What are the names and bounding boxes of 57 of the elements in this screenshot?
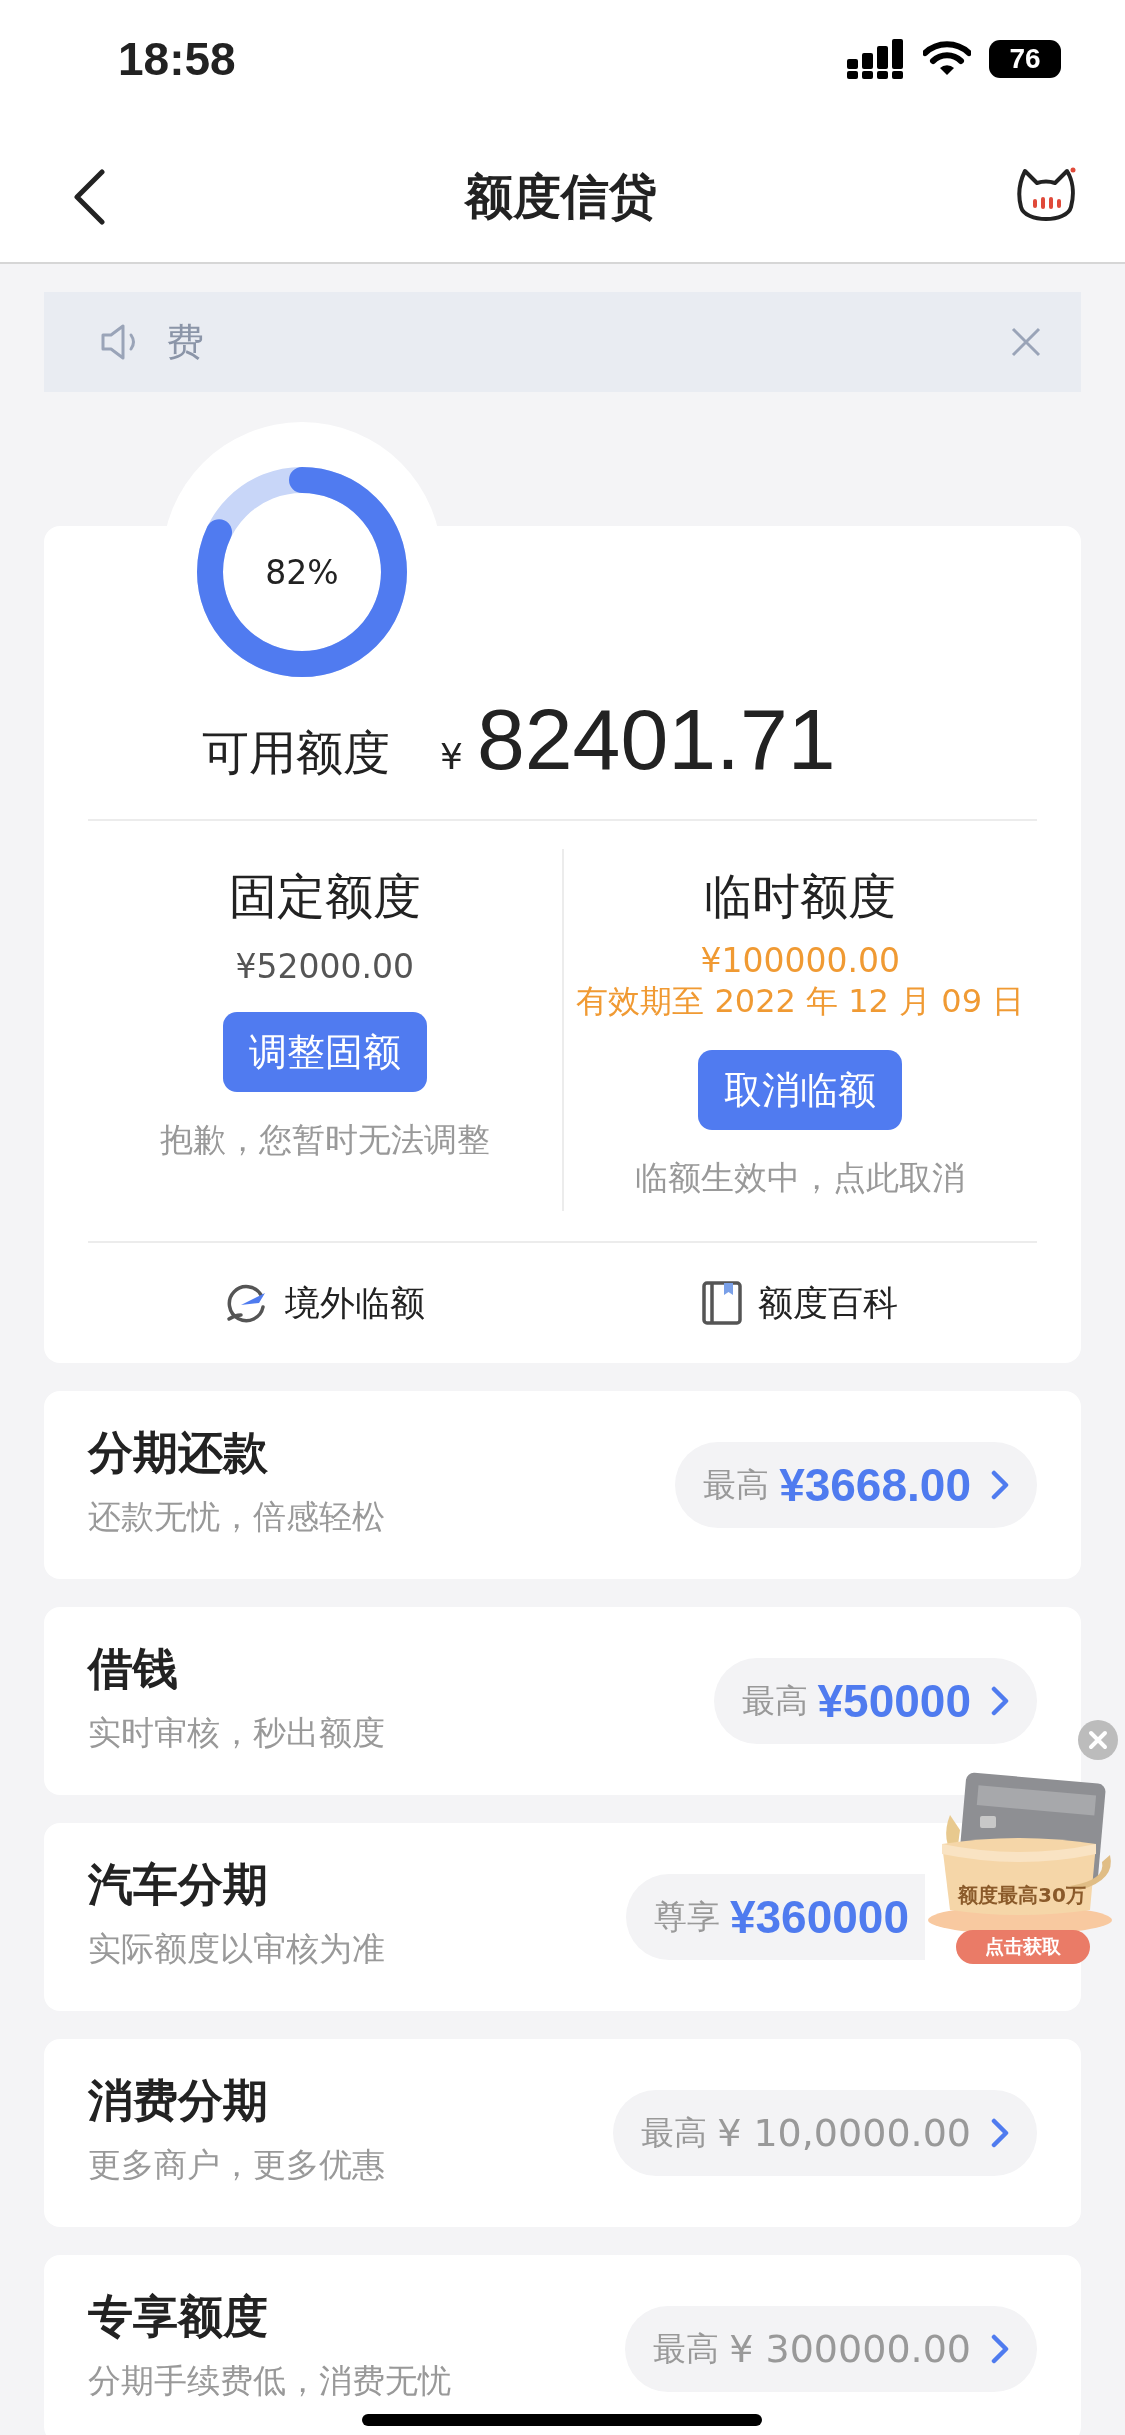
page-title: 额度信贷 <box>464 167 657 226</box>
quota-title: 临时额度 <box>704 867 897 926</box>
product-title: 借钱 <box>88 1640 179 1697</box>
limit-prefix: 最高 <box>653 2327 720 2370</box>
quota-note: 抱歉，您暂时无法调整 <box>159 1119 490 1161</box>
link-text[interactable]: 境外临额 <box>285 1279 426 1327</box>
limit-amount: ¥ 10,0000.00 <box>717 2111 971 2155</box>
available-label: 可用额度 <box>202 724 390 782</box>
product-subtitle: 分期手续费低，消费无忧 <box>88 2359 451 2402</box>
quota-amount: ¥100000.00 <box>700 941 900 980</box>
product-subtitle: 实际额度以审核为准 <box>88 1927 385 1970</box>
limit-prefix: 尊享 <box>653 1895 720 1938</box>
quota-note: 临额生效中，点此取消 <box>635 1157 966 1199</box>
link-text[interactable]: 额度百科 <box>757 1279 898 1327</box>
product-card[interactable]: 专享额度 分期手续费低，消费无忧 最高 ¥ 300000.00 <box>44 2255 1081 2435</box>
product-subtitle: 实时审核，秒出额度 <box>88 1711 385 1754</box>
notice-text: 费 <box>166 318 205 366</box>
limit-prefix: 最高 <box>741 1679 808 1722</box>
limit-amount: ¥360000 <box>729 1890 909 1944</box>
available-amount: 82401.71 <box>476 690 836 789</box>
quota-title: 固定额度 <box>228 867 421 926</box>
product-card[interactable]: 消费分期 更多商户，更多优惠 最高 ¥ 10,0000.00 <box>44 2039 1081 2227</box>
wifi-icon <box>923 41 971 77</box>
product-title: 汽车分期 <box>88 1856 269 1913</box>
product-title: 专享额度 <box>88 2288 269 2345</box>
percent-text: 82% <box>265 552 339 592</box>
status-time: 18:58 <box>118 32 236 86</box>
validity-text: 有效期至 2022 年 12 月 09 日 <box>576 981 1025 1022</box>
limit-pill[interactable]: 最高 ¥3668.00 <box>675 1442 1037 1528</box>
limit-pill[interactable]: 最高 ¥50000 <box>713 1658 1037 1744</box>
chevron-right-icon <box>991 1686 1009 1716</box>
limit-prefix: 最高 <box>641 2111 708 2154</box>
chevron-right-icon <box>991 2334 1009 2364</box>
limit-pill[interactable]: 最高 ¥ 10,0000.00 <box>613 2090 1037 2176</box>
product-card[interactable]: 借钱 实时审核，秒出额度 最高 ¥50000 <box>44 1607 1081 1795</box>
chevron-right-icon <box>991 1470 1009 1500</box>
battery-icon: 76 <box>989 40 1061 78</box>
product-title: 消费分期 <box>88 2072 269 2129</box>
limit-pill[interactable]: 尊享 ¥360000 <box>625 1874 925 1960</box>
product-subtitle: 还款无忧，倍感轻松 <box>88 1495 385 1538</box>
promo-button[interactable]: 点击获取 <box>956 1930 1090 1964</box>
limit-pill[interactable]: 最高 ¥ 300000.00 <box>625 2306 1037 2392</box>
product-card[interactable]: 分期还款 还款无忧，倍感轻松 最高 ¥3668.00 <box>44 1391 1081 1579</box>
signal-icon <box>847 39 905 79</box>
chevron-right-icon <box>991 2118 1009 2148</box>
back-icon[interactable] <box>72 169 106 225</box>
product-title: 分期还款 <box>88 1424 269 1481</box>
limit-amount: ¥ 300000.00 <box>729 2327 971 2371</box>
product-subtitle: 更多商户，更多优惠 <box>88 2143 385 2186</box>
quota-amount: ¥52000.00 <box>235 947 414 986</box>
quota-button[interactable]: 调整固额 <box>222 1012 427 1092</box>
currency-symbol: ¥ <box>440 736 463 777</box>
limit-amount: ¥3668.00 <box>779 1458 971 1512</box>
book-icon <box>701 1281 742 1325</box>
limit-amount: ¥50000 <box>817 1674 971 1728</box>
quota-button[interactable]: 取消临额 <box>698 1050 903 1130</box>
limit-prefix: 最高 <box>703 1463 770 1506</box>
